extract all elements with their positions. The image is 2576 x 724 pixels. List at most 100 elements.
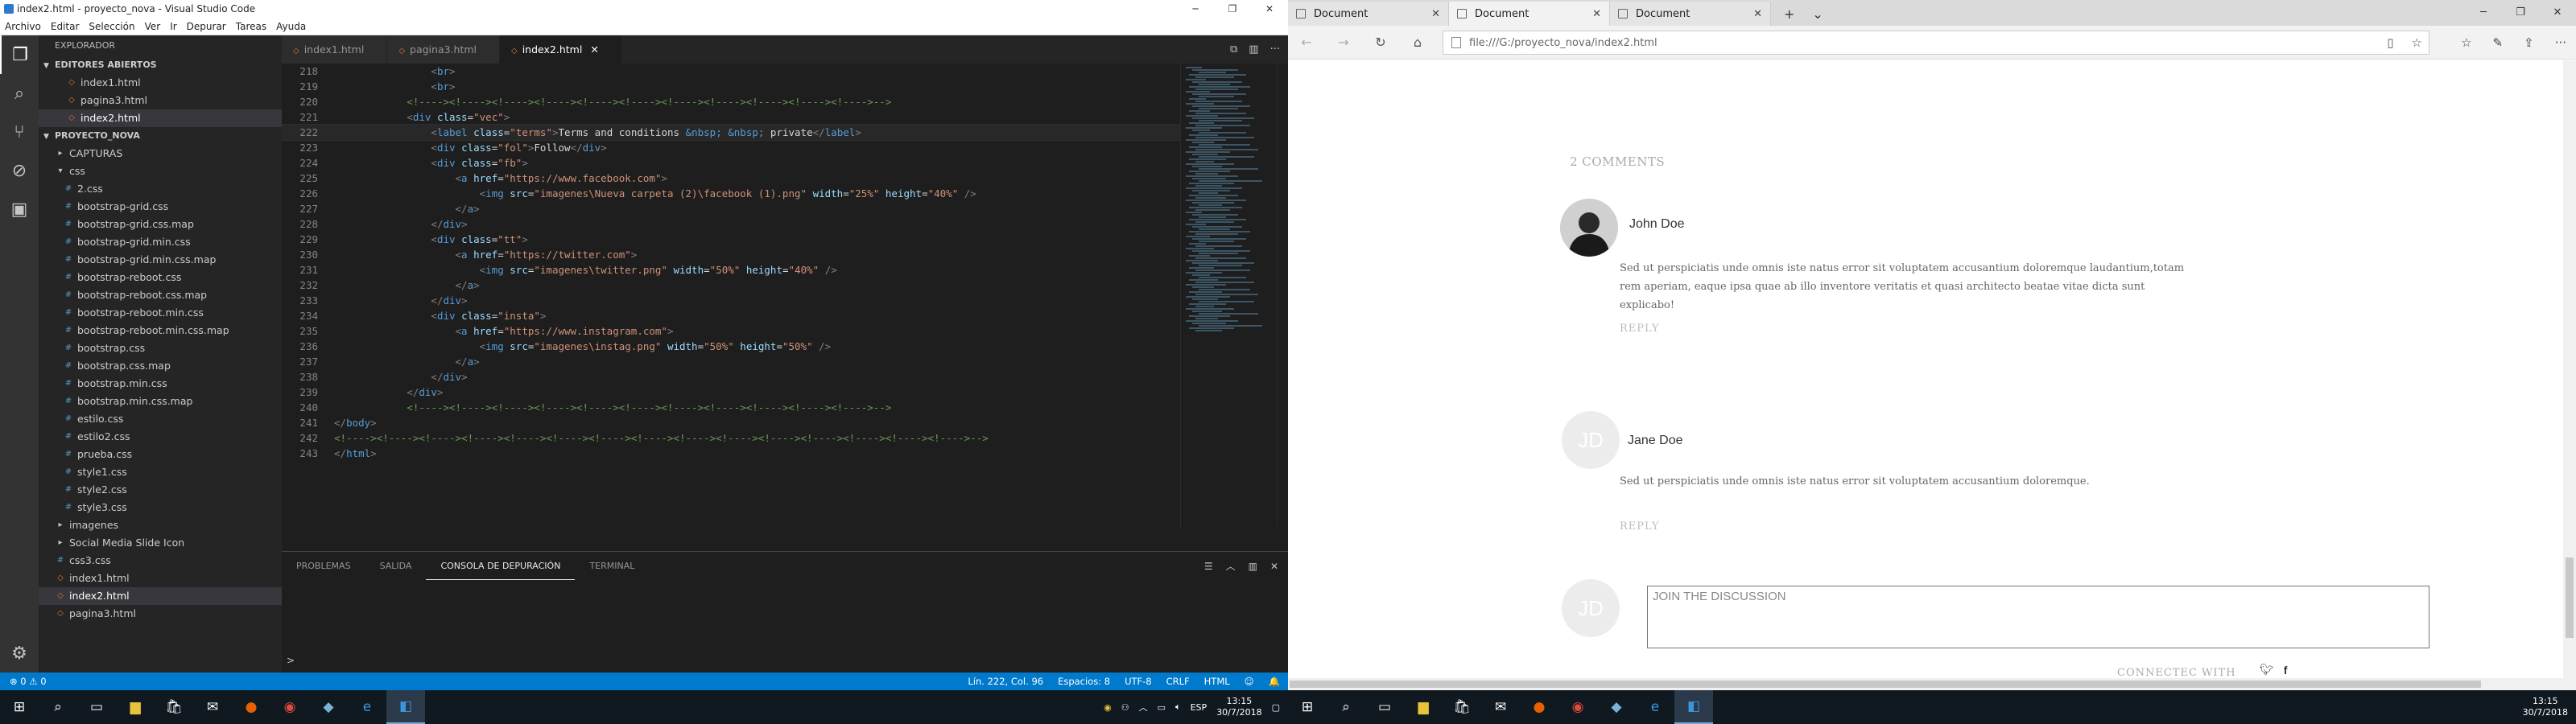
- code-line[interactable]: 243 </html>: [282, 446, 1180, 461]
- editor-scrollbar[interactable]: [1277, 64, 1288, 528]
- menu-item-archivo[interactable]: Archivo: [0, 21, 46, 32]
- clear-console-icon[interactable]: ☰: [1204, 561, 1213, 572]
- extensions-icon[interactable]: ▣: [0, 190, 39, 228]
- language-indicator[interactable]: ESP: [1191, 702, 1208, 713]
- folder-item[interactable]: ▸ CAPTURAS: [39, 145, 282, 162]
- folder-item[interactable]: ▸ imagenes: [39, 516, 282, 534]
- file-item[interactable]: # bootstrap-grid.css: [39, 198, 282, 216]
- code-line[interactable]: 234 <div class="insta">: [282, 308, 1180, 323]
- file-item[interactable]: #2.css: [39, 180, 282, 198]
- code-line[interactable]: 219 <br>: [282, 79, 1180, 94]
- close-button[interactable]: ✕: [2539, 0, 2576, 26]
- status-item[interactable]: ☺: [1245, 673, 1254, 690]
- explorer-icon[interactable]: ❐: [0, 35, 39, 74]
- app-icon[interactable]: ◆: [1597, 690, 1636, 724]
- volume-icon[interactable]: 🔈︎: [1175, 701, 1181, 713]
- menu-item-editar[interactable]: Editar: [46, 21, 85, 32]
- restore-button[interactable]: ❐: [2502, 0, 2539, 26]
- code-line[interactable]: 230 <a href="https://twitter.com">: [282, 247, 1180, 262]
- file-item[interactable]: ◇ pagina3.html: [39, 605, 282, 623]
- editor-tab[interactable]: ◇ pagina3.html: [387, 35, 500, 64]
- code-line[interactable]: 233 </div>: [282, 293, 1180, 308]
- menu-item-ver[interactable]: Ver: [140, 21, 166, 32]
- menu-item-selección[interactable]: Selección: [84, 21, 139, 32]
- clock[interactable]: 13:15 30/7/2018: [1216, 696, 1261, 718]
- close-tab-icon[interactable]: ✕: [1431, 8, 1440, 20]
- toggle-panel-icon[interactable]: ▥: [1249, 561, 1257, 572]
- code-line[interactable]: 239 </div>: [282, 385, 1180, 400]
- vscode-taskbar-icon[interactable]: ◧: [1674, 690, 1713, 724]
- close-panel-icon[interactable]: ✕: [1270, 561, 1278, 572]
- pen-icon[interactable]: ✎: [2493, 35, 2504, 50]
- address-bar[interactable]: file:///G:/proyecto_nova/index2.html ▯ ☆: [1443, 31, 2429, 55]
- scrollbar-thumb[interactable]: [1290, 681, 2481, 688]
- project-header[interactable]: ▼ PROYECTO_NOVA: [39, 127, 282, 145]
- split-editor-icon[interactable]: ▥: [1249, 43, 1258, 56]
- minimize-button[interactable]: ─: [1177, 0, 1214, 18]
- chrome-icon[interactable]: ◉: [1558, 690, 1597, 724]
- refresh-icon[interactable]: ↻: [1362, 35, 1399, 50]
- reply-link[interactable]: REPLY: [1620, 323, 1659, 335]
- code-line[interactable]: 231 <img src="imagenes\twitter.png" widt…: [282, 262, 1180, 278]
- store-icon[interactable]: 🛍︎: [1443, 690, 1481, 724]
- close-button[interactable]: ✕: [1251, 0, 1288, 18]
- menu-item-ir[interactable]: Ir: [165, 21, 181, 32]
- edge-icon[interactable]: e: [348, 690, 386, 724]
- code-line[interactable]: 235 <a href="https://www.instagram.com">: [282, 323, 1180, 339]
- firefox-icon[interactable]: ●: [1520, 690, 1558, 724]
- close-tab-icon[interactable]: ✕: [1753, 8, 1762, 20]
- code-line[interactable]: 229 <div class="tt">: [282, 232, 1180, 247]
- file-item[interactable]: # bootstrap.min.css: [39, 375, 282, 393]
- favorites-icon[interactable]: ☆: [2461, 35, 2471, 50]
- menu-item-tareas[interactable]: Tareas: [231, 21, 271, 32]
- code-line[interactable]: 221 <div class="vec">: [282, 109, 1180, 125]
- menu-item-ayuda[interactable]: Ayuda: [271, 21, 311, 32]
- code-line[interactable]: 224 <div class="fb">: [282, 155, 1180, 171]
- forward-arrow-icon[interactable]: →: [1325, 35, 1362, 50]
- code-line[interactable]: 232 </a>: [282, 278, 1180, 293]
- chevron-up-icon[interactable]: ︿: [1139, 701, 1148, 714]
- restore-button[interactable]: ❐: [1214, 0, 1251, 18]
- code-line[interactable]: 227 </a>: [282, 201, 1180, 216]
- file-item[interactable]: # style2.css: [39, 481, 282, 499]
- close-tab-icon[interactable]: ✕: [1592, 8, 1601, 20]
- favorite-star-icon[interactable]: ☆: [2412, 35, 2422, 50]
- panel-tab[interactable]: TERMINAL: [575, 552, 649, 580]
- search-icon[interactable]: ⌕: [39, 690, 77, 724]
- file-item[interactable]: # bootstrap-grid.min.css: [39, 233, 282, 251]
- file-item[interactable]: # bootstrap-grid.min.css.map: [39, 251, 282, 269]
- minimize-button[interactable]: ─: [2465, 0, 2502, 26]
- close-tab-icon[interactable]: ✕: [590, 43, 598, 56]
- search-icon[interactable]: ⌕: [1327, 690, 1365, 724]
- settings-gear-icon[interactable]: ⚙: [0, 634, 39, 673]
- open-preview-icon[interactable]: ⧉: [1230, 43, 1237, 56]
- windows-start-icon[interactable]: ⊞: [1288, 690, 1327, 724]
- code-line[interactable]: 220 <!----><!----><!----><!----><!----><…: [282, 94, 1180, 109]
- more-actions-icon[interactable]: ···: [1270, 43, 1280, 56]
- status-item[interactable]: CRLF: [1166, 673, 1190, 690]
- reply-link[interactable]: REPLY: [1620, 520, 1659, 533]
- code-line[interactable]: 226 <img src="imagenes\Nueva carpeta (2)…: [282, 186, 1180, 201]
- task-view-icon[interactable]: ▭: [1365, 690, 1404, 724]
- firefox-icon[interactable]: ●: [232, 690, 270, 724]
- code-line[interactable]: 236 <img src="imagenes\instag.png" width…: [282, 339, 1180, 354]
- status-item[interactable]: 🔔: [1269, 673, 1280, 690]
- task-view-icon[interactable]: ▭: [77, 690, 116, 724]
- panel-tab[interactable]: SALIDA: [365, 552, 427, 580]
- debug-icon[interactable]: ⊘: [0, 151, 39, 190]
- file-item[interactable]: # style3.css: [39, 499, 282, 516]
- notifications-icon[interactable]: ▢: [1272, 702, 1280, 713]
- vscode-taskbar-icon[interactable]: ◧: [386, 690, 425, 724]
- status-item[interactable]: Espacios: 8: [1058, 673, 1110, 690]
- code-line[interactable]: 228 </div>: [282, 216, 1180, 232]
- folder-item[interactable]: ▸ Social Media Slide Icon: [39, 534, 282, 552]
- file-explorer-icon[interactable]: ▆: [1404, 690, 1443, 724]
- file-item[interactable]: # bootstrap.css.map: [39, 357, 282, 375]
- status-item[interactable]: HTML: [1204, 673, 1230, 690]
- twitter-icon[interactable]: 🐦︎: [2260, 664, 2274, 677]
- minimap[interactable]: [1180, 64, 1277, 528]
- code-line[interactable]: 218 <br>: [282, 64, 1180, 79]
- status-item[interactable]: UTF-8: [1125, 673, 1152, 690]
- editor-tab[interactable]: ◇ index1.html: [282, 35, 388, 64]
- clock[interactable]: 13:15 30/7/2018: [2523, 696, 2568, 718]
